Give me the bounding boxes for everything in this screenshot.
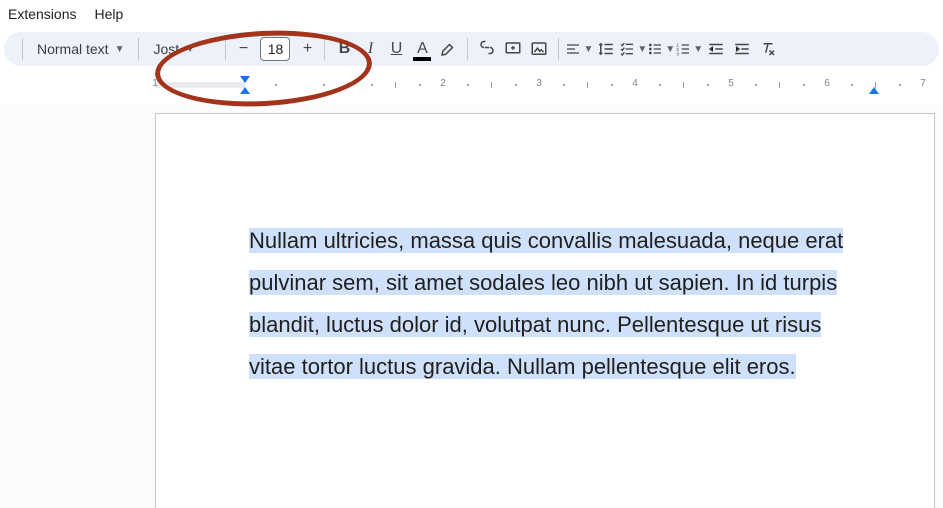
clear-formatting-button[interactable] (755, 35, 781, 63)
align-left-icon (565, 41, 581, 57)
italic-button[interactable]: I (357, 35, 383, 63)
clear-formatting-icon (759, 40, 777, 58)
numbered-list-icon: 123 (675, 41, 691, 57)
line-spacing-icon (597, 40, 615, 58)
checklist-dropdown[interactable]: ▼ (619, 35, 647, 63)
underline-button[interactable]: U (383, 35, 409, 63)
menu-bar: Extensions Help (0, 0, 943, 28)
indent-increase-icon (733, 40, 751, 58)
ruler-number: 6 (824, 78, 830, 89)
add-comment-button[interactable] (500, 35, 526, 63)
paragraph-style-dropdown[interactable]: Normal text ▼ (29, 41, 132, 57)
document-canvas: Nullam ultricies, massa quis convallis m… (0, 104, 943, 508)
menu-help[interactable]: Help (94, 6, 123, 22)
numbered-list-dropdown[interactable]: 123 ▼ (675, 35, 703, 63)
chevron-down-icon: ▼ (115, 44, 125, 55)
text-color-button[interactable]: A (409, 35, 435, 63)
ruler-number: 1 (152, 78, 158, 89)
font-size-group: − + (232, 37, 318, 61)
font-family-dropdown[interactable]: Jost ▼ (145, 41, 219, 57)
increase-indent-button[interactable] (729, 35, 755, 63)
font-size-input[interactable] (260, 37, 290, 61)
chevron-down-icon: ▼ (665, 44, 675, 55)
highlight-color-button[interactable] (435, 35, 461, 63)
ruler-number: 4 (632, 78, 638, 89)
chevron-down-icon: ▼ (693, 44, 703, 55)
page[interactable]: Nullam ultricies, massa quis convallis m… (155, 113, 935, 508)
paragraph-style-label: Normal text (37, 41, 109, 57)
highlighter-icon (439, 40, 457, 58)
toolbar: Normal text ▼ Jost ▼ − + B I U A (4, 32, 939, 66)
ruler-number: 7 (920, 78, 926, 89)
right-indent-marker[interactable] (869, 87, 879, 94)
align-dropdown[interactable]: ▼ (565, 35, 593, 63)
chevron-down-icon: ▼ (583, 44, 593, 55)
menu-extensions[interactable]: Extensions (8, 6, 76, 22)
decrease-indent-button[interactable] (703, 35, 729, 63)
ruler-number: 5 (728, 78, 734, 89)
document-body[interactable]: Nullam ultricies, massa quis convallis m… (249, 220, 853, 388)
image-icon (530, 40, 548, 58)
indent-decrease-icon (707, 40, 725, 58)
chevron-down-icon: ▼ (185, 44, 195, 55)
selected-text[interactable]: Nullam ultricies, massa quis convallis m… (249, 228, 843, 379)
link-icon (478, 40, 496, 58)
comment-plus-icon (504, 40, 522, 58)
bulleted-list-dropdown[interactable]: ▼ (647, 35, 675, 63)
line-spacing-button[interactable] (593, 35, 619, 63)
insert-image-button[interactable] (526, 35, 552, 63)
left-indent-marker[interactable] (240, 87, 250, 94)
bulleted-list-icon (647, 41, 663, 57)
font-size-increase-button[interactable]: + (296, 38, 318, 60)
checklist-icon (619, 41, 635, 57)
svg-text:3: 3 (677, 52, 680, 57)
font-size-decrease-button[interactable]: − (232, 38, 254, 60)
chevron-down-icon: ▼ (637, 44, 647, 55)
ruler-number: 3 (536, 78, 542, 89)
ruler-number: 2 (440, 78, 446, 89)
bold-button[interactable]: B (331, 35, 357, 63)
ruler[interactable]: 1 2 3 4 5 6 7 (0, 76, 943, 100)
first-line-indent-marker[interactable] (240, 76, 250, 83)
insert-link-button[interactable] (474, 35, 500, 63)
font-family-label: Jost (153, 41, 179, 57)
